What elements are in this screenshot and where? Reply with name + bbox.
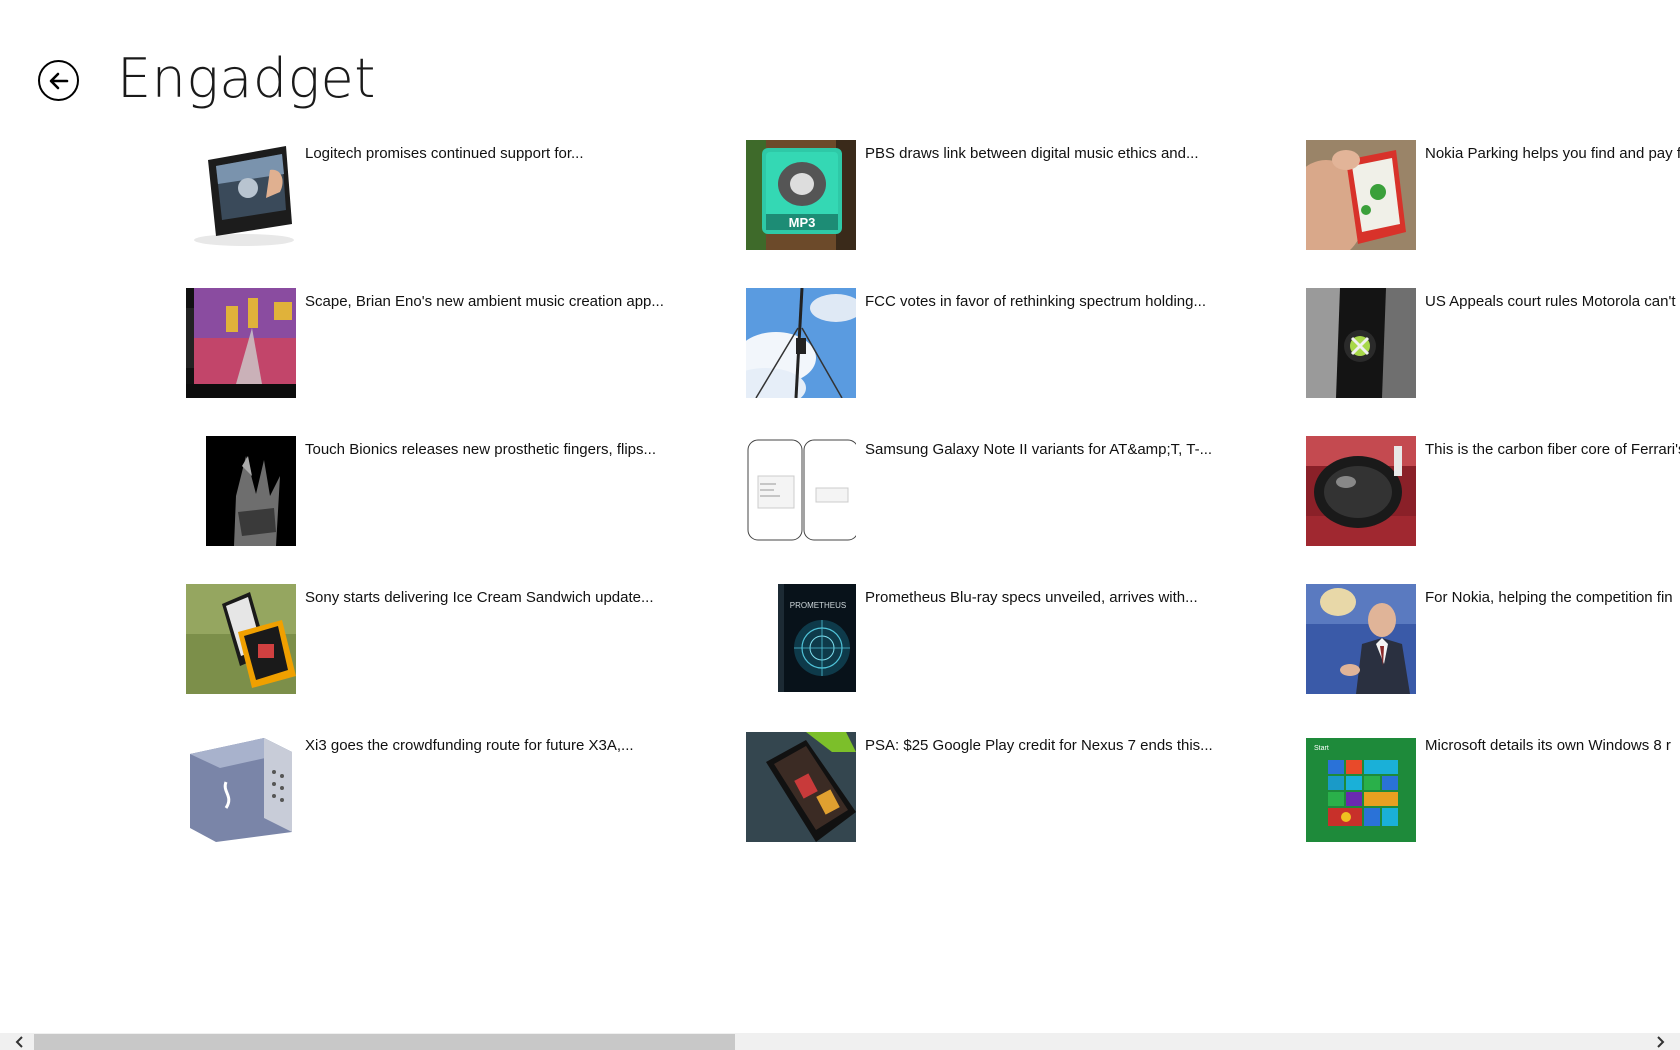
article-headline: Samsung Galaxy Note II variants for AT&a… — [865, 441, 1213, 458]
chevron-right-icon — [1657, 1035, 1665, 1048]
article-headline: Prometheus Blu-ray specs unveiled, arriv… — [865, 589, 1198, 606]
article-headline: FCC votes in favor of rethinking spectru… — [865, 293, 1206, 310]
article-headline: PBS draws link between digital music eth… — [865, 145, 1199, 162]
prometheus-label: PROMETHEUS — [790, 601, 846, 610]
scrollbar-thumb[interactable] — [34, 1034, 735, 1050]
article-headline: Touch Bionics releases new prosthetic fi… — [305, 441, 656, 458]
article-thumbnail — [186, 732, 296, 842]
article-thumbnail — [1306, 140, 1416, 250]
start-label: Start — [1314, 745, 1329, 752]
horizontal-scrollbar[interactable] — [0, 1033, 1680, 1050]
back-arrow-icon — [49, 72, 68, 89]
article-headline: Xi3 goes the crowdfunding route for futu… — [305, 737, 634, 754]
article-thumbnail: Start — [1306, 732, 1416, 842]
scroll-right-button[interactable] — [1645, 1033, 1675, 1050]
article-headline: PSA: $25 Google Play credit for Nexus 7 … — [865, 737, 1213, 754]
chevron-left-icon — [15, 1035, 23, 1048]
article-thumbnail: PROMETHEUS — [746, 584, 856, 694]
article-tile[interactable]: US Appeals court rules Motorola can't — [1306, 288, 1680, 398]
article-headline: Sony starts delivering Ice Cream Sandwic… — [305, 589, 654, 606]
article-tile[interactable]: FCC votes in favor of rethinking spectru… — [746, 288, 1286, 398]
article-tile[interactable]: MP3 PBS draws link between digital music… — [746, 140, 1286, 250]
article-tile[interactable]: Sony starts delivering Ice Cream Sandwic… — [186, 584, 726, 694]
article-headline: Microsoft details its own Windows 8 r — [1425, 737, 1671, 754]
article-grid: Logitech promises continued support for.… — [186, 140, 1680, 860]
article-tile[interactable]: For Nokia, helping the competition fin — [1306, 584, 1680, 694]
article-tile[interactable]: Start Microsoft details its own Windows … — [1306, 732, 1680, 842]
article-thumbnail — [1306, 288, 1416, 398]
article-tile[interactable]: Touch Bionics releases new prosthetic fi… — [186, 436, 726, 546]
app-window: Engadget Logitech promises continued sup… — [0, 0, 1680, 1050]
article-headline: This is the carbon fiber core of Ferrari… — [1425, 441, 1680, 458]
article-headline: Scape, Brian Eno's new ambient music cre… — [305, 293, 664, 310]
article-tile[interactable]: Xi3 goes the crowdfunding route for futu… — [186, 732, 726, 842]
article-headline: Nokia Parking helps you find and pay f — [1425, 145, 1680, 162]
article-headline: US Appeals court rules Motorola can't — [1425, 293, 1676, 310]
article-tile[interactable]: Nokia Parking helps you find and pay f — [1306, 140, 1680, 250]
back-button[interactable] — [38, 60, 79, 101]
article-tile[interactable]: Scape, Brian Eno's new ambient music cre… — [186, 288, 726, 398]
article-thumbnail — [186, 436, 296, 546]
article-tile[interactable]: This is the carbon fiber core of Ferrari… — [1306, 436, 1680, 546]
article-thumbnail — [186, 584, 296, 694]
article-tile[interactable]: PROMETHEUS Prometheus Blu-ray specs unve… — [746, 584, 1286, 694]
article-thumbnail — [1306, 436, 1416, 546]
article-thumbnail — [746, 436, 856, 546]
article-tile[interactable]: Samsung Galaxy Note II variants for AT&a… — [746, 436, 1286, 546]
article-tile[interactable]: PSA: $25 Google Play credit for Nexus 7 … — [746, 732, 1286, 842]
article-thumbnail: MP3 — [746, 140, 856, 250]
article-thumbnail — [746, 732, 856, 842]
page-title: Engadget — [117, 47, 376, 110]
mp3-label: MP3 — [789, 215, 816, 230]
scroll-left-button[interactable] — [5, 1033, 35, 1050]
article-headline: For Nokia, helping the competition fin — [1425, 589, 1673, 606]
article-thumbnail — [1306, 584, 1416, 694]
article-thumbnail — [186, 288, 296, 398]
article-headline: Logitech promises continued support for.… — [305, 145, 584, 162]
article-tile[interactable]: Logitech promises continued support for.… — [186, 140, 726, 250]
article-thumbnail — [746, 288, 856, 398]
article-thumbnail — [186, 140, 296, 250]
